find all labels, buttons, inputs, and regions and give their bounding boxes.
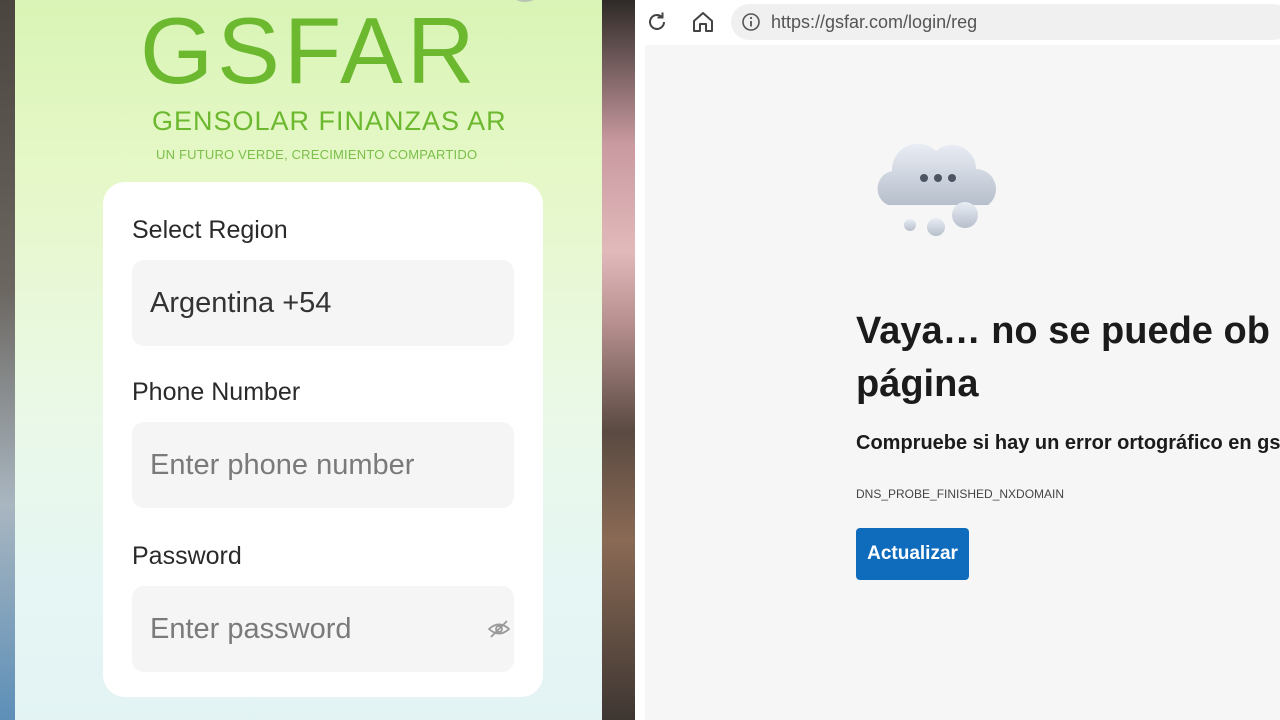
error-title-line1: Vaya… no se puede ob [856,310,1270,352]
password-input[interactable]: Enter password [132,586,514,672]
app-screenshot-panel: GSFAR GENSOLAR FINANZAS AR UN FUTURO VER… [0,0,635,720]
phone-label: Phone Number [132,378,301,406]
region-select[interactable]: Argentina +54 [132,260,514,346]
login-form: Select Region Argentina +54 Phone Number… [103,182,543,697]
browser-error-panel: https://gsfar.com/login/reg Vaya… no se … [645,0,1280,720]
eye-off-icon[interactable] [488,620,510,638]
refresh-button[interactable]: Actualizar [856,528,969,580]
error-subtitle: Compruebe si hay un error ortográfico en… [856,432,1280,454]
error-title-line2: página [856,363,979,405]
password-label: Password [132,542,242,570]
error-code: DNS_PROBE_FINISHED_NXDOMAIN [856,487,1065,501]
cloud-icon [877,143,996,236]
brand-tagline: UN FUTURO VERDE, CRECIMIENTO COMPARTIDO [156,147,478,162]
address-bar[interactable]: https://gsfar.com/login/reg [731,4,1280,40]
phone-screen: GSFAR GENSOLAR FINANZAS AR UN FUTURO VER… [15,0,602,720]
home-icon[interactable] [690,9,716,35]
password-placeholder: Enter password [150,613,352,645]
browser-toolbar: https://gsfar.com/login/reg [645,0,1280,45]
region-value: Argentina +54 [150,287,332,319]
url-text: https://gsfar.com/login/reg [771,12,978,32]
panel-divider [635,0,645,720]
info-icon[interactable] [741,12,761,32]
close-icon[interactable] [505,0,545,2]
brand-name: GENSOLAR FINANZAS AR [152,106,507,136]
phone-placeholder: Enter phone number [150,449,415,481]
region-label: Select Region [132,216,288,244]
reload-icon[interactable] [645,10,669,34]
error-title: Vaya… no se puede ob página [856,305,1280,411]
background-photo-right [600,0,635,720]
app-logo: GSFAR [140,0,479,103]
phone-input[interactable]: Enter phone number [132,422,514,508]
